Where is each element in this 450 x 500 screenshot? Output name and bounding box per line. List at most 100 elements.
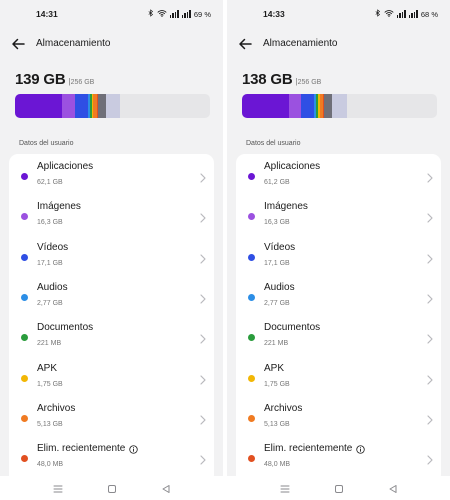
item-size: 221 MB (264, 340, 289, 348)
item-name-text: Archivos (37, 402, 76, 414)
chevron-right-icon (200, 291, 206, 304)
item-name: Aplicaciones (264, 161, 320, 172)
item-name-text: Archivos (264, 402, 303, 414)
item-name: Aplicaciones (37, 161, 93, 172)
list-item[interactable]: Aplicaciones 62,1 GB (9, 155, 214, 195)
status-bar: 14:31 69 % (0, 0, 223, 30)
chevron-right-icon (200, 251, 206, 264)
item-name: Audios (37, 282, 68, 293)
item-name-text: Aplicaciones (264, 161, 321, 172)
item-name: Archivos (264, 403, 302, 414)
item-name-text: APK (37, 362, 58, 374)
page-title: Almacenamiento (263, 38, 338, 49)
arrow-left-icon[interactable] (10, 36, 26, 52)
item-name: Imágenes (264, 201, 308, 212)
item-name-text: Elim. recientemente (264, 443, 353, 455)
menu-icon[interactable] (279, 482, 291, 494)
storage-usage-bar (15, 94, 210, 118)
list-item[interactable]: APK 1,75 GB (236, 357, 441, 397)
category-dot (248, 455, 255, 463)
user-data-list: Aplicaciones 62,1 GB Imágenes 16,3 GB Vídeos… (9, 154, 214, 484)
chevron-right-icon (427, 331, 433, 344)
list-item[interactable]: Imágenes 16,3 GB (9, 195, 214, 235)
list-item[interactable]: Documentos 221 MB (236, 316, 441, 356)
category-dot (248, 253, 255, 261)
usage-segment-videos (74, 94, 88, 118)
item-name: Documentos (264, 322, 320, 333)
item-size: 5,13 GB (264, 420, 290, 428)
used-storage: 138 GB (242, 71, 293, 88)
category-dot (248, 173, 255, 180)
back-triangle-icon[interactable] (160, 482, 172, 494)
item-name-text: Documentos (37, 322, 94, 334)
phone-screen: 14:33 68 % Almacenamiento 138 GB |256 GB Dato… (227, 0, 450, 500)
chevron-right-icon (427, 210, 433, 223)
item-name-text: Documentos (264, 322, 321, 334)
list-item[interactable]: Audios 2,77 GB (236, 276, 441, 316)
item-size: 1,75 GB (37, 380, 63, 388)
chevron-right-icon (200, 210, 206, 223)
chevron-right-icon (200, 170, 206, 183)
item-size: 17,1 GB (37, 259, 63, 267)
arrow-left-icon[interactable] (237, 36, 253, 52)
list-item[interactable]: Vídeos 17,1 GB (9, 236, 214, 276)
bluetooth-icon (375, 9, 381, 19)
item-name: APK (264, 363, 284, 374)
chevron-right-icon (200, 372, 206, 385)
item-name-text: Vídeos (264, 241, 296, 253)
item-size: 62,1 GB (37, 179, 63, 186)
item-size: 16,3 GB (264, 219, 290, 227)
item-name: APK (37, 363, 57, 374)
item-size: 2,77 GB (264, 299, 290, 307)
item-name-text: APK (264, 362, 285, 374)
info-icon[interactable] (356, 444, 366, 454)
category-dot (21, 455, 28, 463)
section-label: Datos del usuario (246, 140, 301, 147)
list-item[interactable]: Elim. recientemente 48,0 MB (236, 437, 441, 477)
item-name-text: Vídeos (37, 241, 69, 253)
used-storage: 139 GB (15, 71, 66, 88)
item-size: 221 MB (37, 340, 62, 348)
home-icon[interactable] (333, 482, 345, 494)
list-item[interactable]: Aplicaciones 61,2 GB (236, 155, 441, 195)
total-storage: 256 GB (297, 79, 322, 86)
list-item[interactable]: Archivos 5,13 GB (236, 397, 441, 437)
list-item[interactable]: Vídeos 17,1 GB (236, 236, 441, 276)
item-name: Vídeos (264, 242, 295, 253)
usage-segment-images (62, 94, 75, 118)
info-icon[interactable] (129, 444, 139, 454)
page-title: Almacenamiento (36, 38, 111, 49)
item-name: Audios (264, 282, 295, 293)
status-time: 14:31 (36, 9, 58, 19)
category-dot (248, 414, 255, 422)
wifi-icon (384, 9, 394, 19)
item-name-text: Elim. recientemente (37, 443, 126, 455)
menu-icon[interactable] (52, 482, 64, 494)
list-item[interactable]: Elim. recientemente 48,0 MB (9, 437, 214, 477)
usage-segment-other (332, 94, 347, 118)
category-dot (21, 213, 28, 221)
list-item[interactable]: Audios 2,77 GB (9, 276, 214, 316)
status-icons: 68 % (375, 9, 438, 19)
chevron-right-icon (200, 452, 206, 465)
chevron-right-icon (427, 251, 433, 264)
chevron-right-icon (427, 291, 433, 304)
item-size: 16,3 GB (37, 219, 63, 227)
list-item[interactable]: APK 1,75 GB (9, 357, 214, 397)
chevron-right-icon (200, 412, 206, 425)
bluetooth-icon (148, 9, 154, 19)
list-item[interactable]: Imágenes 16,3 GB (236, 195, 441, 235)
storage-summary: 139 GB |256 GB (15, 71, 94, 89)
category-dot (248, 293, 255, 301)
home-icon[interactable] (106, 482, 118, 494)
list-item[interactable]: Documentos 221 MB (9, 316, 214, 356)
item-name: Imágenes (37, 201, 81, 212)
chevron-right-icon (427, 170, 433, 183)
storage-summary: 138 GB |256 GB (242, 71, 321, 89)
category-dot (21, 253, 28, 261)
category-dot (21, 374, 28, 382)
item-name-text: Aplicaciones (37, 161, 94, 172)
signal-icon (181, 10, 191, 18)
list-item[interactable]: Archivos 5,13 GB (9, 397, 214, 437)
back-triangle-icon[interactable] (387, 482, 399, 494)
